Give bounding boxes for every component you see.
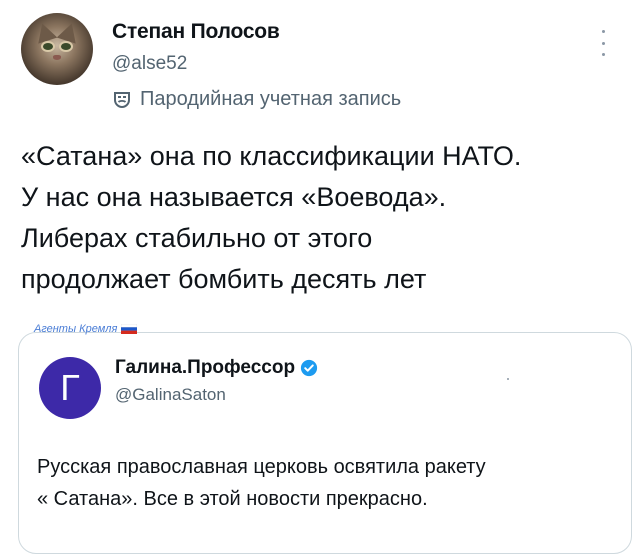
- more-options-icon[interactable]: [600, 30, 606, 56]
- parody-label-row: Пародийная учетная запись: [112, 88, 401, 111]
- cat-nose: [53, 55, 61, 60]
- quoted-tweet-card[interactable]: Г Галина.Профессор @GalinaSaton Русская …: [18, 332, 632, 554]
- separator-dot: [507, 378, 509, 380]
- quoted-handle[interactable]: @GalinaSaton: [115, 385, 226, 405]
- cat-eye: [61, 43, 71, 50]
- verified-badge-icon: [300, 359, 318, 377]
- quoted-line: Русская православная церковь освятила ра…: [37, 456, 486, 478]
- cat-eye: [43, 43, 53, 50]
- quoted-line: « Сатана». Все в этой новости прекрасно.: [37, 488, 428, 510]
- russia-flag-icon: [121, 324, 138, 334]
- author-handle[interactable]: @alse52: [112, 53, 187, 75]
- tweet-line: «Сатана» она по классификации НАТО.: [21, 141, 522, 171]
- community-watermark: Агенты Кремля: [34, 323, 138, 335]
- quoted-tweet-text: Русская православная церковь освятила ра…: [37, 451, 617, 515]
- community-label: Агенты Кремля: [34, 323, 118, 335]
- cat-ear: [56, 20, 82, 44]
- quoted-name-row: Галина.Профессор: [115, 357, 318, 379]
- author-display-name[interactable]: Степан Полосов: [112, 20, 280, 44]
- tweet-line: продолжает бомбить десять лет: [21, 264, 427, 294]
- theater-mask-icon: [114, 91, 130, 108]
- tweet-line: У нас она называется «Воевода».: [21, 182, 447, 212]
- quoted-avatar[interactable]: Г: [39, 357, 101, 419]
- tweet-text: «Сатана» она по классификации НАТО. У на…: [21, 136, 621, 300]
- quoted-display-name[interactable]: Галина.Профессор: [115, 357, 295, 379]
- author-avatar[interactable]: [21, 13, 93, 85]
- cat-ear: [32, 20, 58, 44]
- parody-label: Пародийная учетная запись: [140, 88, 402, 110]
- tweet-line: Либерах стабильно от этого: [21, 223, 373, 253]
